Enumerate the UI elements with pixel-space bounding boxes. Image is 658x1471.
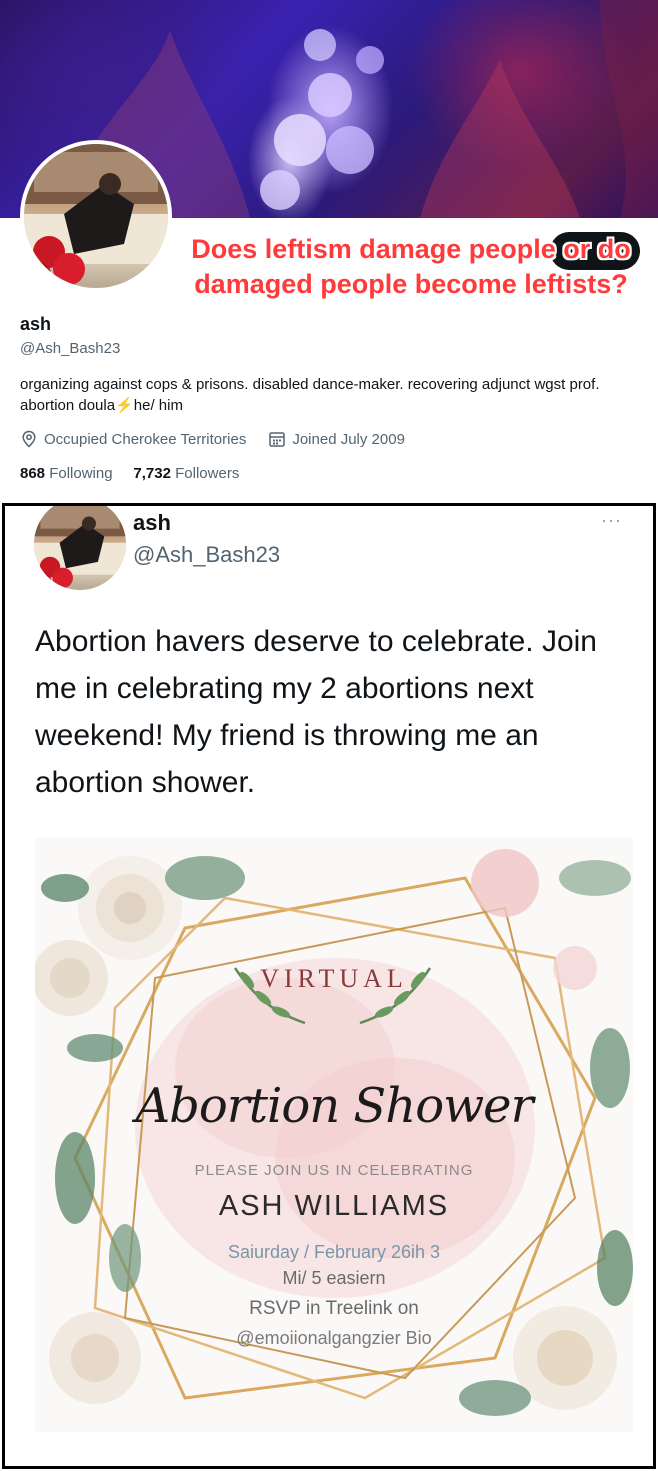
more-options-icon[interactable]: ··· (601, 510, 622, 531)
invitation-time: Mi/ 5 easiern (282, 1268, 386, 1288)
tweet-image-invitation[interactable]: VIRTUAL Abortion Shower PLEASE JOIN US I… (35, 838, 633, 1432)
tweet-avatar[interactable] (34, 506, 126, 590)
profile-handle: @Ash_Bash23 (20, 340, 121, 357)
invitation-honoree: ASH WILLIAMS (218, 1190, 450, 1222)
calendar-icon (269, 432, 286, 447)
profile-location: Occupied Cherokee Territories (44, 430, 247, 448)
invitation-please-line: PLEASE JOIN US IN CELEBRATING (194, 1162, 474, 1179)
tweet-author-handle[interactable]: @Ash_Bash23 (133, 542, 280, 568)
following-count: 868 (20, 465, 46, 482)
bio-pronouns: he/ him (133, 397, 183, 414)
following-link[interactable]: 868 Following (20, 465, 113, 482)
profile-bio: organizing against cops & prisons. disab… (20, 374, 640, 416)
avatar-photo (24, 144, 168, 286)
location-icon (22, 430, 36, 448)
followers-label: Followers (175, 465, 240, 482)
followers-link[interactable]: 7,732 Followers (133, 465, 239, 482)
tweet-text: Abortion havers deserve to celebrate. Jo… (35, 625, 597, 799)
followers-count: 7,732 (133, 465, 171, 482)
profile-follow-stats: 868 Following 7,732 Followers (20, 465, 239, 482)
tweet-card[interactable]: ash @Ash_Bash23 ··· Abortion havers dese… (2, 503, 656, 1469)
overlay-caption: Does leftism damage people or do damaged… (191, 234, 631, 299)
tweet-avatar-photo (34, 506, 126, 589)
invitation-rsvp: RSVP in Treelink on (249, 1298, 419, 1319)
lightning-icon: ⚡ (115, 397, 134, 414)
invitation-title: Abortion Shower (135, 1078, 533, 1134)
following-label: Following (49, 465, 113, 482)
profile-joined: Joined July 2009 (292, 430, 405, 448)
invitation-bio-handle: @emoiionalgangzier Bio (236, 1328, 432, 1348)
tweet-author-name[interactable]: ash (133, 510, 171, 536)
invitation-virtual-label: VIRTUAL (260, 964, 408, 993)
bio-text: organizing against cops & prisons. disab… (20, 376, 600, 414)
profile-meta: Occupied Cherokee Territories Joined Jul… (20, 430, 405, 448)
invitation-date: Saiurday / February 26ih 3 (227, 1242, 441, 1262)
profile-avatar[interactable] (20, 140, 172, 292)
profile-name: ash (20, 314, 52, 334)
